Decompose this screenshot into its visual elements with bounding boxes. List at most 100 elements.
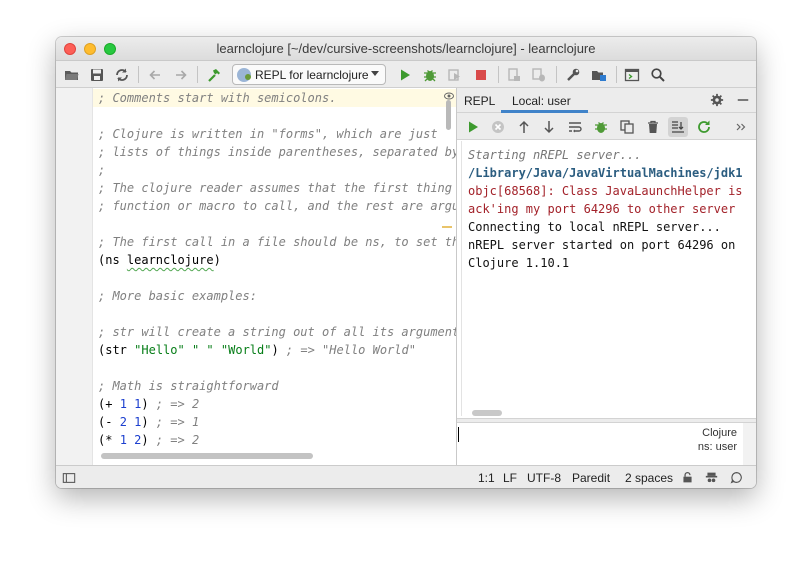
toolbar-separator [498,66,499,83]
number-literal: 1 [134,397,142,411]
code-line: ; lists of things inside parentheses, se… [98,145,456,159]
ns-symbol: learnclojure [126,253,214,267]
output-horizontal-scrollbar[interactable] [472,410,502,416]
output-line: ack'ing my port 64296 to other server ru [468,202,743,216]
sync-icon[interactable] [112,65,132,85]
build-hammer-icon[interactable] [204,65,224,85]
lock-icon[interactable] [680,470,695,485]
editor-gutter [56,88,93,465]
math-form: (+ 1 1) ; => 2 [98,397,200,411]
number-literal: 1 [119,397,127,411]
title-bar: learnclojure [~/dev/cursive-screenshots/… [56,37,756,61]
ns-form: (ns learnclojure) [98,253,221,267]
attach-debugger-icon[interactable] [529,65,549,85]
number-literal: 2 [119,415,127,429]
run-icon[interactable] [395,65,415,85]
code-line: ; More basic examples: [98,289,257,303]
stop-icon[interactable] [471,65,491,85]
str-form: (str "Hello" " " "World") ; => "Hello Wo… [98,343,416,357]
ide-window: learnclojure [~/dev/cursive-screenshots/… [56,37,756,488]
debug-icon[interactable] [591,117,611,137]
paredit-mode[interactable]: Paredit [572,471,610,485]
string-literal: "World" [220,343,272,357]
run-configuration-label: REPL for learnclojure [255,67,369,82]
output-line: Starting nREPL server... [468,148,642,162]
history-up-icon[interactable] [514,117,534,137]
text-caret [458,427,459,442]
main-toolbar: REPL for learnclojure [56,61,756,88]
toolbar-separator [138,66,139,83]
repl-tool-title: REPL [464,94,496,108]
output-line: objc[68568]: Class JavaLaunchHelper is i [468,184,743,198]
repl-header: REPL Local: user [457,88,756,113]
number-literal: 2 [134,433,142,447]
soft-wrap-icon[interactable] [565,117,585,137]
tool-windows-toggle-icon[interactable] [61,470,76,485]
terminal-icon[interactable] [622,65,642,85]
run-config-icon [237,67,251,82]
code-line: ; The first call in a file should be ns,… [98,235,456,249]
warning-stripe[interactable] [442,226,452,228]
run-coverage-icon[interactable] [445,65,465,85]
code-line: ; str will create a string out of all it… [98,325,456,339]
open-folder-icon[interactable] [62,65,82,85]
gear-icon[interactable] [709,92,725,108]
search-icon[interactable] [648,65,668,85]
inline-comment: ; => "Hello World" [285,343,416,357]
math-form: (* 1 2) ; => 2 [98,433,200,447]
code-line: ; Clojure is written in "forms", which a… [98,127,438,141]
math-form: (- 2 1) ; => 1 [98,415,200,429]
eye-icon[interactable] [444,92,454,100]
forward-icon[interactable] [171,65,191,85]
line-separator[interactable]: LF [503,471,517,485]
back-icon[interactable] [145,65,165,85]
toolbar-separator [556,66,557,83]
output-line: Connecting to local nREPL server... [468,220,721,234]
number-literal: 1 [119,433,127,447]
output-line: /Library/Java/JavaVirtualMachines/jdk1.8 [468,166,743,180]
event-log-icon[interactable] [729,470,744,485]
settings-wrench-icon[interactable] [563,65,583,85]
math-op: + [105,397,113,411]
math-op: * [105,433,113,447]
caret-position[interactable]: 1:1 [478,471,495,485]
save-icon[interactable] [87,65,107,85]
project-structure-icon[interactable] [589,65,609,85]
number-literal: 1 [134,415,142,429]
history-down-icon[interactable] [539,117,559,137]
toolbar-separator [616,66,617,83]
run-icon[interactable] [463,117,483,137]
copy-icon[interactable] [617,117,637,137]
str-fn: str [105,343,127,357]
string-literal: "Hello" [134,343,185,357]
code-editor[interactable]: ; Comments start with semicolons. ; Cloj… [93,88,456,465]
more-chevron-icon[interactable] [733,117,749,137]
file-encoding[interactable]: UTF-8 [527,471,561,485]
indent-setting[interactable]: 2 spaces [625,471,673,485]
repl-input-editor[interactable]: Clojure ns: user [457,423,756,465]
inspector-icon[interactable] [704,470,719,485]
repl-output[interactable]: Starting nREPL server... /Library/Java/J… [461,141,743,416]
tab-local-user[interactable]: Local: user [501,88,588,113]
code-line: ; Math is straightforward [98,379,279,393]
reload-icon[interactable] [694,117,714,137]
clear-trash-icon[interactable] [643,117,663,137]
math-op: - [105,415,113,429]
scroll-to-end-icon[interactable] [668,117,688,137]
interrupt-icon[interactable] [488,117,508,137]
minimize-panel-icon[interactable] [735,92,751,108]
repl-namespace-label: ns: user [697,441,737,453]
inline-comment: ; => 2 [155,397,200,411]
toolbar-separator [197,66,198,83]
run-configuration-select[interactable]: REPL for learnclojure [232,64,386,85]
editor-vertical-scrollbar[interactable] [446,100,451,130]
chevron-down-icon [371,71,379,76]
repl-panel: REPL Local: user Starting nREPL server..… [456,88,756,465]
window-title: learnclojure [~/dev/cursive-screenshots/… [216,41,596,56]
inline-comment: ; => 1 [155,415,200,429]
editor-horizontal-scrollbar[interactable] [101,453,313,459]
string-literal: " " [191,343,214,357]
repl-input-gutter [743,423,756,465]
debug-icon[interactable] [420,65,440,85]
attach-icon[interactable] [504,65,524,85]
